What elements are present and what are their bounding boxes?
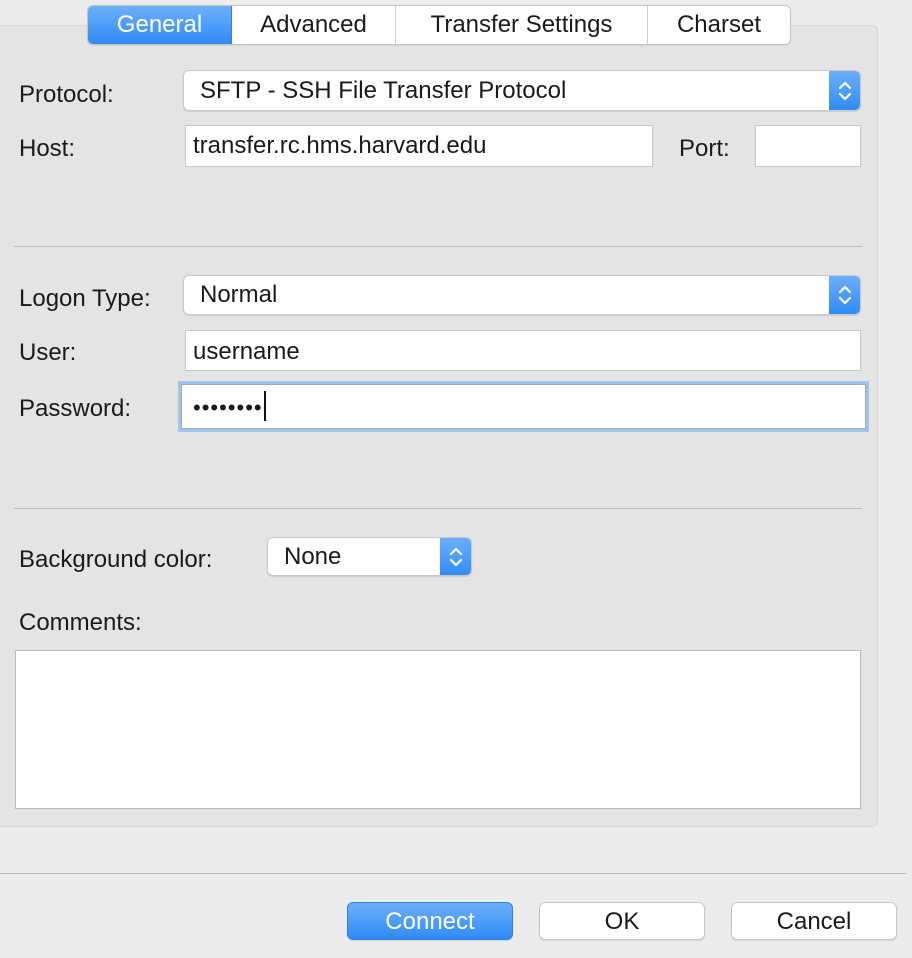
background-color-select-value: None bbox=[284, 543, 342, 570]
password-value: •••••••• bbox=[193, 395, 263, 420]
comments-textarea[interactable] bbox=[15, 650, 861, 809]
up-down-chevron-icon bbox=[449, 547, 463, 566]
background-color-select[interactable]: None bbox=[267, 537, 472, 576]
button-bar-separator bbox=[0, 873, 906, 874]
tab-charset[interactable]: Charset bbox=[648, 6, 790, 44]
host-label: Host: bbox=[19, 135, 76, 162]
tab-transfer-settings[interactable]: Transfer Settings bbox=[396, 6, 648, 44]
up-down-chevron-icon bbox=[838, 81, 852, 100]
port-label: Port: bbox=[679, 135, 730, 162]
password-label: Password: bbox=[19, 395, 132, 422]
ok-button[interactable]: OK bbox=[539, 902, 705, 940]
background-color-label: Background color: bbox=[19, 546, 213, 573]
user-input[interactable]: username bbox=[185, 330, 861, 371]
cancel-button[interactable]: Cancel bbox=[731, 902, 897, 940]
protocol-label: Protocol: bbox=[19, 81, 114, 108]
connect-button[interactable]: Connect bbox=[347, 902, 513, 940]
background-color-stepper bbox=[440, 538, 471, 575]
separator bbox=[14, 508, 862, 509]
comments-label: Comments: bbox=[19, 609, 142, 636]
port-input[interactable] bbox=[755, 125, 861, 167]
protocol-stepper bbox=[829, 71, 860, 110]
tab-bar: General Advanced Transfer Settings Chars… bbox=[87, 5, 791, 45]
host-input[interactable]: transfer.rc.hms.harvard.edu bbox=[185, 125, 653, 167]
logon-type-select[interactable]: Normal bbox=[183, 275, 861, 315]
logon-type-label: Logon Type: bbox=[19, 285, 151, 312]
tab-general[interactable]: General bbox=[88, 6, 232, 44]
tab-advanced[interactable]: Advanced bbox=[232, 6, 396, 44]
password-input[interactable]: •••••••• bbox=[181, 384, 866, 429]
separator bbox=[14, 246, 862, 247]
logon-type-select-value: Normal bbox=[200, 281, 278, 308]
protocol-select[interactable]: SFTP - SSH File Transfer Protocol bbox=[183, 70, 861, 111]
user-label: User: bbox=[19, 339, 77, 366]
protocol-select-value: SFTP - SSH File Transfer Protocol bbox=[200, 77, 567, 104]
up-down-chevron-icon bbox=[838, 285, 852, 305]
logon-type-stepper bbox=[829, 276, 860, 314]
text-caret bbox=[263, 391, 266, 421]
